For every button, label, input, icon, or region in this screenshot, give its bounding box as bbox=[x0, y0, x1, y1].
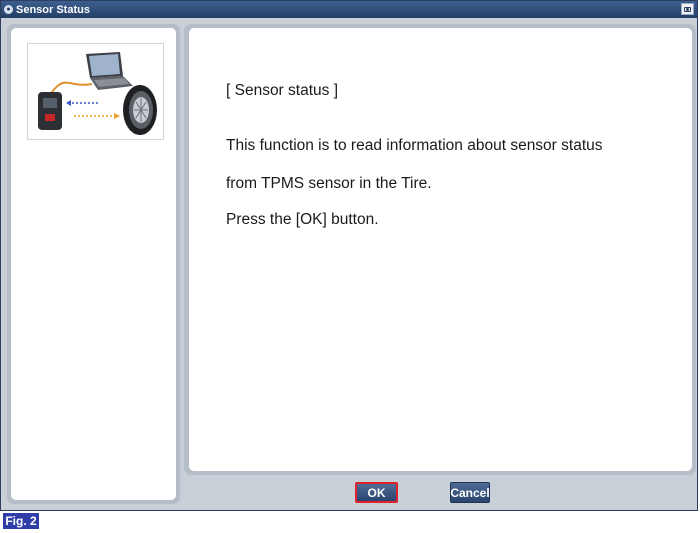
cancel-button[interactable]: Cancel bbox=[450, 482, 490, 503]
tpms-illustration bbox=[27, 43, 164, 140]
description-line-1: This function is to read information abo… bbox=[226, 137, 603, 154]
section-heading: [ Sensor status ] bbox=[226, 82, 338, 99]
window-title: Sensor Status bbox=[16, 3, 90, 16]
ok-button[interactable]: OK bbox=[355, 482, 398, 503]
tpms-device-laptop-tire-illustration bbox=[38, 52, 157, 135]
description-line-2: from TPMS sensor in the Tire. bbox=[226, 175, 432, 192]
title-bar: ● Sensor Status bbox=[1, 1, 697, 18]
instruction-line: Press the [OK] button. bbox=[226, 211, 379, 228]
camera-icon bbox=[684, 6, 691, 12]
screenshot-button[interactable] bbox=[681, 3, 694, 15]
info-icon: ● bbox=[4, 5, 13, 14]
figure-label: Fig. 2 bbox=[3, 513, 39, 529]
